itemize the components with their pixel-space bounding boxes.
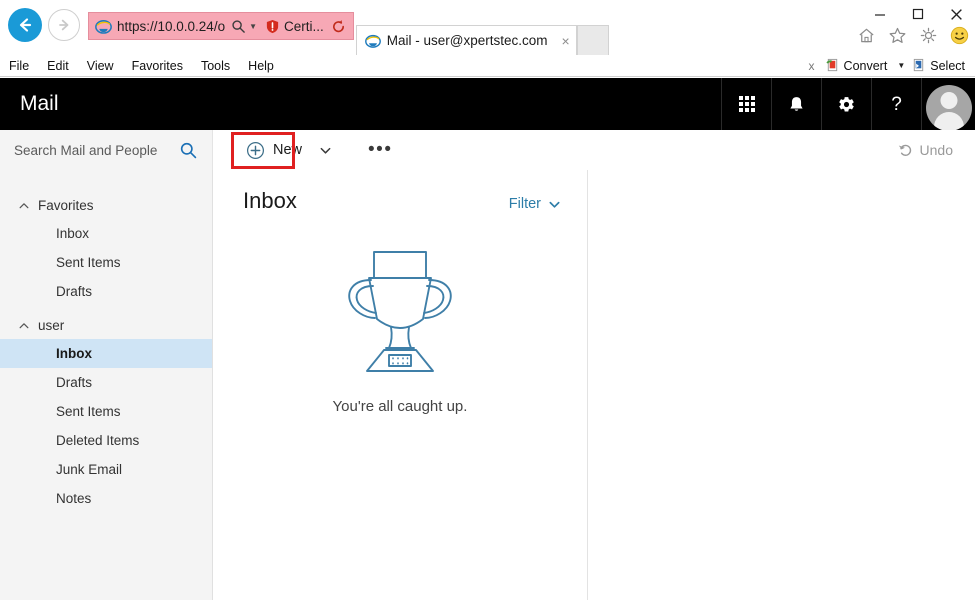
address-bar[interactable]: https://10.0.0.24/o ▼ Certi...: [88, 12, 354, 40]
notifications-bell-icon: [787, 95, 806, 114]
menu-bar: File Edit View Favorites Tools Help x Co…: [0, 55, 975, 77]
sidebar-group-favorites-label: Favorites: [38, 198, 94, 213]
empty-state: You're all caught up.: [213, 214, 587, 600]
menu-help[interactable]: Help: [239, 56, 283, 76]
main-body: Favorites Inbox Sent Items Drafts user I…: [0, 170, 975, 600]
certificate-error-label: Certi...: [284, 18, 324, 34]
chevron-down-icon[interactable]: ▼: [891, 61, 911, 70]
back-arrow-icon[interactable]: [8, 8, 42, 42]
help-button[interactable]: ?: [871, 78, 921, 130]
menu-favorites[interactable]: Favorites: [123, 56, 192, 76]
menu-view[interactable]: View: [78, 56, 123, 76]
close-icon[interactable]: ×: [562, 33, 570, 49]
browser-tab[interactable]: Mail - user@xpertstec.com ×: [355, 25, 577, 55]
search-input[interactable]: Search Mail and People: [0, 130, 213, 170]
sidebar-item-favorites-inbox[interactable]: Inbox: [0, 219, 212, 248]
undo-label: Undo: [919, 142, 953, 158]
favorites-star-icon[interactable]: [888, 26, 907, 45]
close-button[interactable]: [937, 0, 975, 28]
address-bar-url: https://10.0.0.24/o: [117, 18, 226, 34]
command-actions: New ••• Undo: [213, 130, 975, 170]
avatar-body: [933, 112, 964, 130]
search-placeholder: Search Mail and People: [14, 142, 158, 158]
undo-button[interactable]: Undo: [897, 142, 975, 158]
address-bar-search-icon[interactable]: [231, 13, 246, 39]
command-row: Search Mail and People New ••• Undo: [0, 130, 975, 170]
plus-circle-icon: [246, 141, 265, 160]
menu-tools[interactable]: Tools: [192, 56, 239, 76]
folder-sidebar: Favorites Inbox Sent Items Drafts user I…: [0, 170, 213, 600]
chevron-up-icon: [18, 200, 30, 212]
empty-state-message: You're all caught up.: [332, 398, 468, 415]
adobe-select-button[interactable]: Select: [911, 58, 975, 73]
message-list-pane: Inbox Filter You're all caught up.: [213, 170, 588, 600]
filter-label: Filter: [508, 196, 541, 212]
message-list-header: Inbox Filter: [213, 170, 587, 214]
minimize-button[interactable]: [861, 0, 899, 28]
sidebar-item-favorites-drafts[interactable]: Drafts: [0, 277, 212, 306]
trophy-icon: [341, 247, 459, 373]
owa-header-spacer: [59, 78, 721, 130]
tools-gear-icon[interactable]: [919, 26, 938, 45]
new-message-label: New: [273, 142, 303, 158]
more-commands-button[interactable]: •••: [356, 140, 404, 159]
adobe-toolbar-close-icon[interactable]: x: [799, 59, 825, 73]
adobe-convert-icon: [825, 58, 840, 73]
adobe-convert-label[interactable]: Convert: [844, 59, 888, 73]
new-tab-button[interactable]: [576, 25, 609, 55]
browser-navigation-bar: https://10.0.0.24/o ▼ Certi... Mail - us…: [0, 0, 975, 55]
adobe-select-icon: [911, 58, 926, 73]
undo-arrow-icon: [897, 142, 913, 158]
browser-window: https://10.0.0.24/o ▼ Certi... Mail - us…: [0, 0, 975, 600]
chevron-down-icon: [548, 198, 561, 211]
address-bar-url-area[interactable]: https://10.0.0.24/o: [89, 13, 229, 39]
sidebar-item-notes[interactable]: Notes: [0, 484, 212, 513]
refresh-icon[interactable]: [329, 13, 353, 39]
user-avatar[interactable]: [921, 78, 975, 130]
filter-button[interactable]: Filter: [509, 196, 561, 212]
sidebar-group-user[interactable]: user: [0, 312, 212, 339]
browser-command-icons: [857, 26, 969, 45]
sidebar-item-sent-items[interactable]: Sent Items: [0, 397, 212, 426]
maximize-button[interactable]: [899, 0, 937, 28]
menu-edit[interactable]: Edit: [38, 56, 78, 76]
chevron-up-icon: [18, 320, 30, 332]
adobe-select-label[interactable]: Select: [930, 59, 965, 73]
forward-arrow-icon[interactable]: [48, 9, 80, 41]
avatar-head: [940, 92, 957, 109]
reading-pane: [588, 170, 975, 600]
new-message-dropdown-chevron-down-icon[interactable]: [311, 144, 340, 157]
adobe-convert-button[interactable]: Convert: [825, 58, 892, 73]
avatar-image: [925, 85, 972, 130]
app-launcher-button[interactable]: [721, 78, 771, 130]
page-title: Inbox: [243, 188, 297, 213]
sidebar-item-junk-email[interactable]: Junk Email: [0, 455, 212, 484]
home-icon[interactable]: [857, 26, 876, 45]
certificate-error-shield-icon: [265, 19, 280, 34]
tab-strip: Mail - user@xpertstec.com ×: [355, 0, 609, 55]
settings-gear-icon: [837, 95, 856, 114]
sidebar-group-user-label: user: [38, 318, 65, 333]
sidebar-item-deleted-items[interactable]: Deleted Items: [0, 426, 212, 455]
owa-header: Mail ?: [0, 78, 975, 130]
sidebar-item-favorites-sent-items[interactable]: Sent Items: [0, 248, 212, 277]
sidebar-group-favorites[interactable]: Favorites: [0, 192, 212, 219]
ie-logo-icon: [95, 18, 112, 35]
menu-file[interactable]: File: [0, 56, 38, 76]
sidebar-item-inbox[interactable]: Inbox: [0, 339, 212, 368]
new-message-button[interactable]: New: [237, 137, 311, 164]
notifications-button[interactable]: [771, 78, 821, 130]
sidebar-item-drafts[interactable]: Drafts: [0, 368, 212, 397]
smiley-feedback-icon[interactable]: [950, 26, 969, 45]
search-icon[interactable]: [179, 141, 198, 160]
chevron-down-icon[interactable]: ▼: [249, 13, 257, 39]
browser-tab-title: Mail - user@xpertstec.com: [386, 33, 548, 48]
settings-button[interactable]: [821, 78, 871, 130]
app-launcher-icon: [738, 95, 756, 113]
certificate-error-button[interactable]: Certi...: [262, 13, 329, 39]
ie-logo-icon: [364, 33, 381, 49]
help-question-icon: ?: [891, 93, 902, 115]
owa-brand-title: Mail: [20, 92, 59, 115]
